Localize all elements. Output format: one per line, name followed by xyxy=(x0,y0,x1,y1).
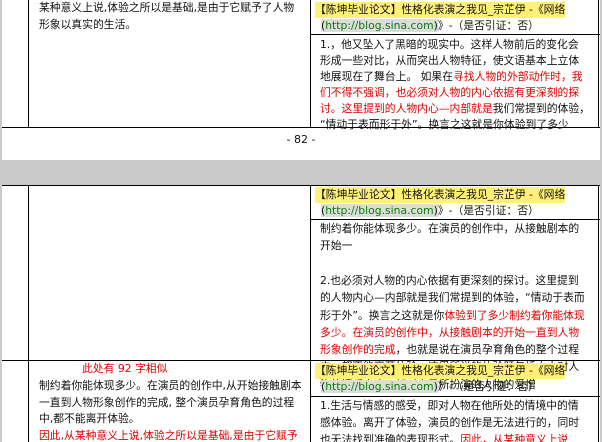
matched-phrase: 们不得不强调，也必须对人物的内心依据有更深刻的探 xyxy=(320,86,580,99)
source-header: 【陈坤毕业论文】性格化表演之我见_宗芷伊 -《网络 (http://blog.s… xyxy=(315,363,597,395)
source-header-divider xyxy=(310,34,600,35)
table-border-left xyxy=(28,185,29,442)
text-segment: 的人物内心—内部就是我们常提到的体验，“情动于表而 xyxy=(320,291,585,305)
source-url-wrap: (http://blog.sina.com) xyxy=(321,19,438,32)
table-border-top xyxy=(2,185,600,186)
matched-phrase: 讨。这里提到的人物内心—内部就是 xyxy=(320,102,493,115)
matched-phrase: 体验到了多少制约着你能体现 xyxy=(444,308,585,322)
text-line: 形象创作的完成，也就是说在演员孕育角色的整个过程 xyxy=(320,342,579,359)
source-title: 【陈坤毕业论文】性格化表演之我见_宗芷伊 -《网络 xyxy=(315,2,566,18)
source-title: 【陈坤毕业论文】性格化表演之我见_宗芷伊 -《网络 xyxy=(315,187,566,203)
text-segment: “情动于表而形于外”。换言之这就是你体验到了多少 xyxy=(320,118,569,131)
document-page-82: 某种意义上说,体验之所以是基础,是由于它赋予了人物 形象以真实的生活。 【陈坤毕… xyxy=(2,0,600,160)
matched-phrase: 形象创作的完成 xyxy=(320,343,396,357)
page-number: - 82 - xyxy=(286,133,316,146)
text-line: 也无法找到准确的表现形式。因此，从某种意义上说 xyxy=(320,432,568,442)
text-line: 因此,从某种意义上说,体验之所以是基础,是由于它赋予 xyxy=(39,428,298,442)
text-segment: 2.也必须对人物的内心依据有更深刻的探讨。这里提到 xyxy=(320,273,579,287)
text-line: 1.生活与情感的感受，即对人物在他所处的情境中的情 xyxy=(320,398,579,415)
matched-phrase: 寻找人物的外部动作时，我 xyxy=(453,70,583,83)
text-segment: 1.生活与情感的感受，即对人物在他所处的情境中的情 xyxy=(320,399,579,412)
text-line: 的人物内心—内部就是我们常提到的体验，“情动于表而 xyxy=(320,290,585,307)
text-line: 形成一些对比，从而突出人物特征，使文语基本上立体 xyxy=(320,53,579,70)
matched-phrase: 因此,从某种意义上说,体验之所以是基础,是由于它赋予 xyxy=(39,429,298,442)
table-border-right xyxy=(598,0,599,128)
text-line: 形于外”。换言之这就是你体验到了多少制约着你能体现 xyxy=(320,308,585,325)
text-line: 中,都不能离开体验。 xyxy=(39,411,140,428)
source-url[interactable]: http://blog.sina.com xyxy=(325,380,433,393)
text-line: 一直到人物形象创作的完成, 整个演员孕育角色的过程 xyxy=(39,395,294,412)
source-header-divider xyxy=(310,396,600,397)
text-segment: 1.，他又坠入了黑暗的现实中。这样人物前后的变化会 xyxy=(320,38,579,51)
source-header-divider xyxy=(310,219,600,220)
text-line: 开始一 xyxy=(320,238,352,255)
left-cell-line: 某种意义上说,体验之所以是基础,是由于它赋予了人物 xyxy=(39,1,295,14)
table-border-right xyxy=(598,185,599,442)
text-line: 1.，他又坠入了黑暗的现实中。这样人物前后的变化会 xyxy=(320,37,579,54)
text-segment: 开始一 xyxy=(320,239,353,253)
text-segment: 制约着你能体现多少。在演员的创作中,从开始接触剧本 xyxy=(39,379,302,392)
source-url[interactable]: http://blog.sina.com xyxy=(325,19,433,32)
text-segment: 制约着你能体现多少。在演员的创作中，从接触剧本的 xyxy=(320,222,580,235)
source-url-wrap: (http://blog.sina.com) xyxy=(321,204,438,217)
text-line: 多少。在演员的创作中，从接触剧本的开始一直到人物 xyxy=(320,325,579,342)
source-title: 【陈坤毕业论文】性格化表演之我见_宗芷伊 -《网络 xyxy=(315,363,566,379)
page-gap xyxy=(0,160,602,185)
source-url-wrap: (http://blog.sina.com) xyxy=(321,380,438,393)
text-segment: 形于外”。换言之这就是你 xyxy=(320,308,445,322)
document-page-83: 【陈坤毕业论文】性格化表演之我见_宗芷伊 -《网络 (http://blog.s… xyxy=(2,185,600,442)
source-suffix: 》-（是否引证：否） xyxy=(437,204,539,217)
table-column-divider xyxy=(310,185,311,442)
table-border-left xyxy=(28,0,29,128)
text-segment: 形成一些对比，从而突出人物特征，使文语基本上立体 xyxy=(320,54,580,67)
text-line: 们不得不强调，也必须对人物的内心依据有更深刻的探 xyxy=(320,85,579,102)
matched-phrase: 多少。在演员的创作中，从接触剧本的开始一直到人物 xyxy=(320,325,580,339)
text-line: 地展现在了舞台上。 如果在寻找人物的外部动作时，我 xyxy=(320,69,583,86)
source-suffix: 》-（是否引证：否） xyxy=(437,19,539,32)
text-line: 2.也必须对人物的内心依据有更深刻的探讨。这里提到 xyxy=(320,273,579,290)
table-column-divider xyxy=(310,0,311,128)
source-suffix: 》-（是否引证：否） xyxy=(437,380,539,393)
text-segment: 地展现在了舞台上。 如果在 xyxy=(320,70,453,83)
source-header: 【陈坤毕业论文】性格化表演之我见_宗芷伊 -《网络 (http://blog.s… xyxy=(315,2,597,34)
text-line: 制约着你能体现多少。在演员的创作中，从接触剧本的 xyxy=(320,221,579,238)
text-line: 制约着你能体现多少。在演员的创作中,从开始接触剧本 xyxy=(39,378,302,395)
text-segment: 一直到人物形象创作的完成, 整个演员孕育角色的过程 xyxy=(39,395,295,409)
matched-phrase: 因此，从某种意义上说 xyxy=(460,433,569,442)
left-cell-line: 形象以真实的生活。 xyxy=(39,18,137,31)
text-segment: ，也就是说在演员孕育角色的整个过程 xyxy=(395,343,580,357)
source-url[interactable]: http://blog.sina.com xyxy=(325,204,433,217)
text-segment: 也无法找到准确的表现形式。 xyxy=(320,433,461,442)
text-segment: 感体验。离开了体验，演员的创作是无法进行的，同时 xyxy=(320,416,580,429)
text-line: “情动于表而形于外”。换言之这就是你体验到了多少 xyxy=(320,117,569,134)
similarity-note: 此处有 92 字相似 xyxy=(82,362,168,375)
text-segment: 我们常提到的体验， xyxy=(492,102,590,115)
text-line: 讨。这里提到的人物内心—内部就是我们常提到的体验， xyxy=(320,101,590,118)
text-line: 感体验。离开了体验，演员的创作是无法进行的，同时 xyxy=(320,415,579,432)
text-segment: 中,都不能离开体验。 xyxy=(39,412,140,426)
source-header: 【陈坤毕业论文】性格化表演之我见_宗芷伊 -《网络 (http://blog.s… xyxy=(315,187,597,219)
